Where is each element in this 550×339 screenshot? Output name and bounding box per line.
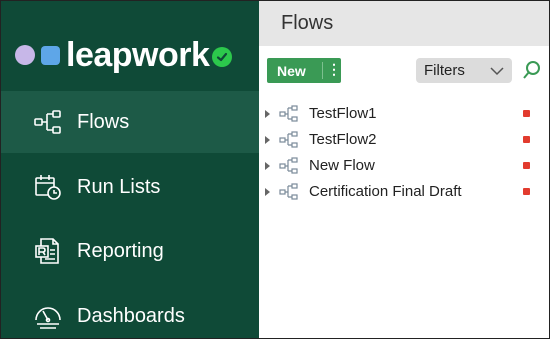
flow-row[interactable]: TestFlow1 — [259, 101, 549, 127]
check-icon — [212, 47, 233, 67]
status-indicator — [523, 162, 530, 169]
leapwork-logo: leapwork — [15, 36, 233, 74]
new-menu-icon[interactable]: ⋮ — [327, 61, 341, 78]
sidebar-item-reporting[interactable]: Reporting — [1, 220, 259, 282]
flows-icon — [33, 107, 63, 137]
divider — [322, 62, 323, 79]
expand-arrow-icon[interactable] — [265, 162, 270, 170]
sidebar-item-label: Flows — [77, 110, 130, 133]
flow-name: New Flow — [309, 157, 375, 174]
flow-name: TestFlow1 — [309, 105, 377, 122]
filters-dropdown[interactable]: Filters — [416, 58, 512, 83]
logo-circle-shape — [15, 45, 35, 65]
search-icon[interactable] — [522, 60, 542, 80]
logo-wordmark: leapwork — [66, 36, 210, 74]
new-button-label: New — [277, 62, 306, 79]
main-panel: Flows New ⋮ Filters TestFlow1 TestFlow2 … — [259, 1, 549, 338]
logo-square-shape — [41, 45, 60, 65]
sidebar-item-flows[interactable]: Flows — [1, 91, 259, 153]
chevron-down-icon — [490, 64, 504, 82]
status-indicator — [523, 110, 530, 117]
flow-row[interactable]: TestFlow2 — [259, 127, 549, 153]
expand-arrow-icon[interactable] — [265, 110, 270, 118]
status-indicator — [523, 136, 530, 143]
status-indicator — [523, 188, 530, 195]
sidebar-item-label: Run Lists — [77, 175, 161, 198]
flow-name: Certification Final Draft — [309, 183, 462, 200]
filters-label: Filters — [424, 62, 465, 79]
new-button[interactable]: New ⋮ — [267, 58, 341, 83]
flow-row[interactable]: Certification Final Draft — [259, 179, 549, 205]
page-header: Flows — [259, 1, 549, 46]
sidebar-item-label: Reporting — [77, 239, 164, 262]
expand-arrow-icon[interactable] — [265, 136, 270, 144]
sidebar-item-dashboards[interactable]: Dashboards — [1, 285, 259, 338]
reporting-icon — [33, 236, 63, 266]
page-title: Flows — [281, 12, 334, 34]
flow-icon — [279, 131, 299, 149]
sidebar-item-label: Dashboards — [77, 304, 185, 327]
dashboards-icon — [33, 301, 63, 331]
run-lists-icon — [33, 172, 63, 202]
flow-name: TestFlow2 — [309, 131, 377, 148]
flow-icon — [279, 157, 299, 175]
flow-icon — [279, 105, 299, 123]
expand-arrow-icon[interactable] — [265, 188, 270, 196]
app-window: leapwork Flows Run Lists Reporting Dashb… — [0, 0, 550, 339]
flow-row[interactable]: New Flow — [259, 153, 549, 179]
sidebar: leapwork Flows Run Lists Reporting Dashb… — [1, 1, 259, 338]
sidebar-item-run-lists[interactable]: Run Lists — [1, 156, 259, 218]
flow-icon — [279, 183, 299, 201]
